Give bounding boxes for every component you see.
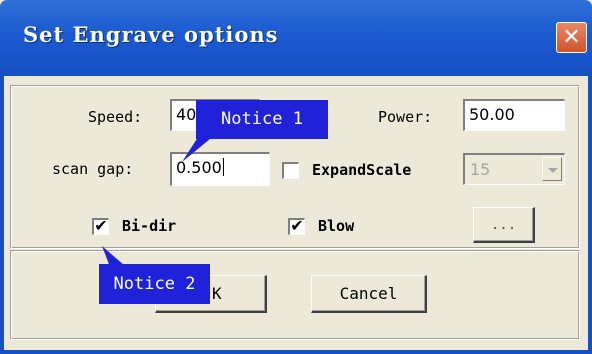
window-frame-left: [0, 76, 4, 354]
dropdown-button[interactable]: [542, 157, 562, 181]
power-input[interactable]: 50.00: [463, 99, 565, 131]
buttons-group: [10, 250, 580, 340]
speed-label: Speed:: [88, 108, 143, 126]
expand-scale-checkbox[interactable]: [282, 162, 299, 179]
close-icon: ✕: [562, 25, 581, 50]
ok-button-label: K: [212, 284, 222, 303]
notice-1-pointer: [182, 134, 216, 162]
expand-scale-value: 15: [470, 160, 491, 179]
power-label: Power:: [378, 108, 433, 126]
blow-checkbox[interactable]: ✔: [288, 216, 305, 235]
bidir-label: Bi-dir: [122, 217, 177, 235]
expand-scale-label: ExpandScale: [312, 161, 412, 179]
notice-2-callout: Notice 2: [99, 264, 210, 304]
more-options-button[interactable]: ...: [473, 207, 535, 243]
window-frame-right: [588, 76, 592, 354]
scan-gap-label: scan gap:: [52, 160, 134, 178]
text-caret: [222, 158, 224, 176]
window-frame-bottom: [0, 350, 592, 354]
close-button[interactable]: ✕: [556, 22, 587, 53]
cancel-button[interactable]: Cancel: [311, 275, 427, 313]
bidir-checkbox[interactable]: ✔: [92, 216, 109, 235]
speed-value: 40: [176, 105, 197, 124]
checkmark-icon: ✔: [94, 216, 108, 235]
expand-scale-select[interactable]: 15: [463, 153, 565, 185]
checkmark-icon: ✔: [290, 216, 304, 235]
window-title: Set Engrave options: [23, 22, 279, 47]
chevron-down-icon: [548, 168, 558, 173]
title-bar[interactable]: Set Engrave options ✕: [0, 0, 592, 76]
power-value: 50.00: [469, 105, 515, 124]
blow-label: Blow: [318, 217, 355, 235]
